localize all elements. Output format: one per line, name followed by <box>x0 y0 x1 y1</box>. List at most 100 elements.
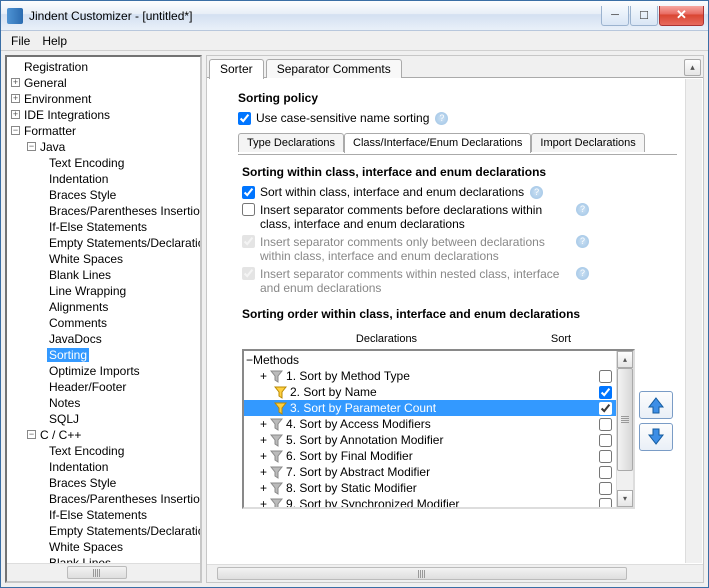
content-hscroll[interactable] <box>207 564 703 582</box>
tree-if-else: If-Else Statements <box>47 220 149 234</box>
window: Jindent Customizer - [untitled*] ─ ☐ ✕ F… <box>0 0 709 588</box>
order-table[interactable]: − Methods + 1. Sort by Method Type <box>242 349 635 509</box>
order-item: 1. Sort by Method Type <box>286 369 410 383</box>
order-vscroll[interactable]: ▴ ▾ <box>616 351 633 507</box>
expand-icon[interactable]: + <box>260 497 267 507</box>
sort-check[interactable] <box>599 402 612 415</box>
tree-javadocs: JavaDocs <box>47 332 104 346</box>
sub-tabs: Type Declarations Class/Interface/Enum D… <box>238 133 677 155</box>
collapse-icon[interactable]: − <box>11 126 20 135</box>
tree-notes: Notes <box>47 396 82 410</box>
funnel-icon <box>270 466 283 479</box>
funnel-icon <box>270 498 283 508</box>
scroll-up-icon: ▴ <box>617 351 633 368</box>
scroll-up-button[interactable]: ▴ <box>684 59 701 76</box>
sort-check[interactable] <box>599 386 612 399</box>
order-item: 5. Sort by Annotation Modifier <box>286 433 443 447</box>
sort-check[interactable] <box>599 434 612 447</box>
tree-c-braces-style: Braces Style <box>47 476 118 490</box>
client-area: Registration +General +Environment +IDE … <box>1 51 708 587</box>
tree-hscroll[interactable] <box>7 563 200 581</box>
expand-icon[interactable]: + <box>11 94 20 103</box>
chk-sort-within[interactable] <box>242 186 255 199</box>
move-down-button[interactable] <box>639 423 673 451</box>
tree-general: General <box>22 76 69 90</box>
section-sorting-within: Sorting within class, interface and enum… <box>242 165 673 179</box>
tree-empty-stmt: Empty Statements/Declarations <box>47 236 200 250</box>
help-icon[interactable]: ? <box>576 235 589 248</box>
tab-sorter[interactable]: Sorter <box>209 59 264 79</box>
content-vscroll[interactable] <box>685 79 702 563</box>
chk-case-sensitive[interactable] <box>238 112 251 125</box>
hdr-declarations: Declarations <box>242 333 531 345</box>
help-icon[interactable]: ? <box>576 267 589 280</box>
move-up-button[interactable] <box>639 391 673 419</box>
collapse-icon[interactable]: − <box>27 142 36 151</box>
maximize-button[interactable]: ☐ <box>630 6 658 26</box>
expand-icon[interactable]: + <box>260 417 267 431</box>
lbl-insert-sep-nested: Insert separator comments within nested … <box>260 267 570 295</box>
expand-icon[interactable]: + <box>11 78 20 87</box>
order-item: 8. Sort by Static Modifier <box>286 481 417 495</box>
reorder-buttons <box>639 391 673 451</box>
tree-ccpp: C / C++ <box>38 428 83 442</box>
tree-c-empty-stmt: Empty Statements/Declarations <box>47 524 200 538</box>
group-methods: Methods <box>253 353 299 367</box>
tree-braces-paren: Braces/Parentheses Insertion <box>47 204 200 218</box>
help-icon[interactable]: ? <box>530 186 543 199</box>
tree-text-encoding: Text Encoding <box>47 156 126 170</box>
tree-sorting: Sorting <box>47 348 89 362</box>
menubar: File Help <box>1 31 708 51</box>
tree-ide: IDE Integrations <box>22 108 112 122</box>
tree-registration: Registration <box>22 60 90 74</box>
expand-icon[interactable]: + <box>260 369 267 383</box>
sort-check[interactable] <box>599 450 612 463</box>
tree-indentation: Indentation <box>47 172 110 186</box>
sort-check[interactable] <box>599 466 612 479</box>
lbl-case-sensitive: Use case-sensitive name sorting <box>256 111 429 125</box>
tab-cie-decl[interactable]: Class/Interface/Enum Declarations <box>344 133 531 153</box>
menu-help[interactable]: Help <box>36 34 73 48</box>
lbl-sort-within: Sort within class, interface and enum de… <box>260 185 524 199</box>
expand-icon[interactable]: + <box>260 481 267 495</box>
help-icon[interactable]: ? <box>435 112 448 125</box>
sort-check[interactable] <box>599 418 612 431</box>
expand-icon[interactable]: + <box>260 449 267 463</box>
sort-check[interactable] <box>599 482 612 495</box>
expand-icon[interactable]: + <box>260 433 267 447</box>
funnel-icon <box>274 386 287 399</box>
menu-file[interactable]: File <box>5 34 36 48</box>
app-icon <box>7 8 23 24</box>
main-tabs: Sorter Separator Comments ▴ <box>207 56 703 78</box>
collapse-icon[interactable]: − <box>27 430 36 439</box>
window-buttons: ─ ☐ ✕ <box>600 6 704 26</box>
content: Sorting policy Use case-sensitive name s… <box>207 78 703 564</box>
funnel-icon <box>274 402 287 415</box>
collapse-icon[interactable]: − <box>246 353 253 367</box>
sort-check[interactable] <box>599 370 612 383</box>
section-sorting-policy: Sorting policy <box>238 91 677 105</box>
order-item: 3. Sort by Parameter Count <box>290 401 436 415</box>
tab-type-decl[interactable]: Type Declarations <box>238 133 344 152</box>
funnel-icon <box>270 418 283 431</box>
order-item: 2. Sort by Name <box>290 385 377 399</box>
tab-separator-comments[interactable]: Separator Comments <box>266 59 402 78</box>
funnel-icon <box>270 482 283 495</box>
close-button[interactable]: ✕ <box>659 6 704 26</box>
tree-environment: Environment <box>22 92 93 106</box>
help-icon[interactable]: ? <box>576 203 589 216</box>
expand-icon[interactable]: + <box>260 465 267 479</box>
funnel-icon <box>270 370 283 383</box>
chk-insert-sep-before[interactable] <box>242 203 255 216</box>
order-item: 6. Sort by Final Modifier <box>286 449 413 463</box>
tree-braces-style: Braces Style <box>47 188 118 202</box>
minimize-button[interactable]: ─ <box>601 6 629 26</box>
lbl-insert-sep-before: Insert separator comments before declara… <box>260 203 570 231</box>
sort-check[interactable] <box>599 498 612 508</box>
nav-tree[interactable]: Registration +General +Environment +IDE … <box>7 57 200 563</box>
tree-c-blank-lines: Blank Lines <box>47 556 113 563</box>
order-item: 4. Sort by Access Modifiers <box>286 417 431 431</box>
tab-import-decl[interactable]: Import Declarations <box>531 133 644 152</box>
expand-icon[interactable]: + <box>11 110 20 119</box>
nav-tree-panel: Registration +General +Environment +IDE … <box>5 55 202 583</box>
